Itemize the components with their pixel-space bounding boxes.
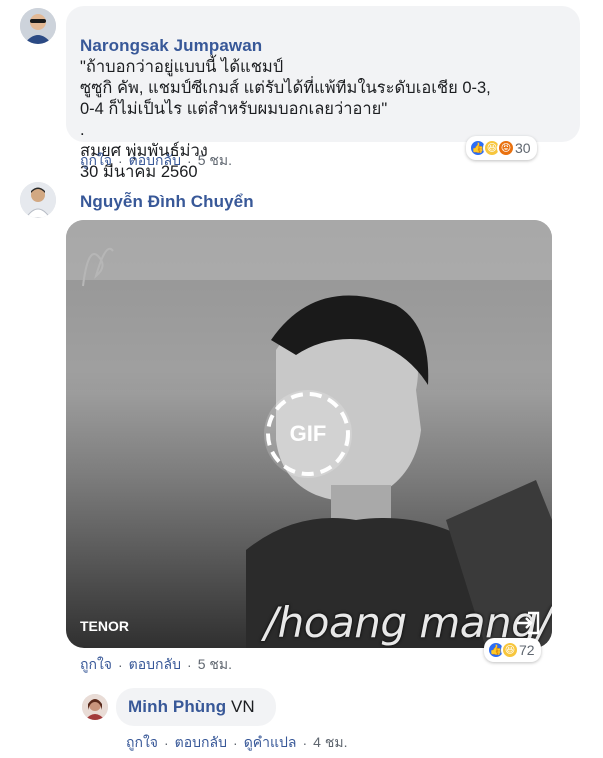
avatar[interactable] [20,8,56,44]
avatar-image [82,694,108,720]
comment-author[interactable]: Nguyễn Đình Chuyển [80,192,254,212]
haha-reaction-icon: 😆 [501,641,519,659]
comment-time[interactable]: 5 ชม. [198,150,232,172]
reaction-count: 30 [515,140,531,156]
reply-link[interactable]: ตอบกลับ [175,732,227,754]
reaction-count: 72 [519,642,535,658]
comment-bubble: Narongsak Jumpawan "ถ้าบอกว่าอยู่แบบนี้ … [66,6,580,181]
separator: · [187,153,192,169]
reply-actions: ถูกใจ · ตอบกลับ · ดูคำแปล · 4 ชม. [126,732,347,754]
avatar-image [20,8,56,44]
reply-author[interactable]: Minh Phùng [128,697,226,716]
reactions-summary[interactable]: 👍 😆 😡 30 [466,136,537,160]
separator: · [302,735,308,751]
separator: · [118,153,123,169]
avatar[interactable] [20,182,56,218]
comment-text-line: Narongsak Jumpawan "ถ้าบอกว่าอยู่แบบนี้ … [80,14,570,78]
reply-bubble: Minh Phùng VN [116,688,276,726]
reactions-summary[interactable]: 👍 😆 72 [484,638,541,662]
separator: · [233,735,238,751]
separator: · [164,735,169,751]
separator: · [187,657,192,673]
like-link[interactable]: ถูกใจ [126,732,158,754]
translate-link[interactable]: ดูคำแปล [244,732,297,754]
comment-text: "ถ้าบอกว่าอยู่แบบนี้ ได้แชมป์ [80,58,284,76]
comments-thread: Narongsak Jumpawan "ถ้าบอกว่าอยู่แบบนี้ … [0,0,603,758]
reply-time[interactable]: 4 ชม. [313,732,347,754]
like-link[interactable]: ถูกใจ [80,654,112,676]
reply-text: VN [231,697,255,716]
comment-actions: ถูกใจ · ตอบกลับ · 5 ชม. [80,654,232,676]
open-external-icon[interactable] [514,610,542,636]
comment-time[interactable]: 5 ชม. [198,654,232,676]
comment-text: 0-4 ก็ไม่เป็นไร แต่สำหรับผมบอกเลยว่าอาย" [80,100,388,118]
comment-actions: ถูกใจ · ตอบกลับ · 5 ชม. [80,150,232,172]
tenor-logo[interactable]: TENOR [80,618,129,634]
reply-link[interactable]: ตอบกลับ [129,654,181,676]
reply-link[interactable]: ตอบกลับ [129,150,181,172]
like-link[interactable]: ถูกใจ [80,150,112,172]
comment-author[interactable]: Narongsak Jumpawan [80,36,262,55]
angry-reaction-icon: 😡 [497,139,515,157]
gif-attachment[interactable]: GIF /hoang mang/ TENOR [66,220,552,648]
avatar[interactable] [82,694,108,720]
separator: · [118,657,123,673]
gif-play-button[interactable]: GIF [264,390,352,478]
comment-text: ซูซูกิ คัพ, แชมป์ซีเกมส์ แต่รับได้ที่แพ้… [80,79,491,97]
avatar-image [20,182,56,218]
gif-label: GIF [289,421,327,446]
